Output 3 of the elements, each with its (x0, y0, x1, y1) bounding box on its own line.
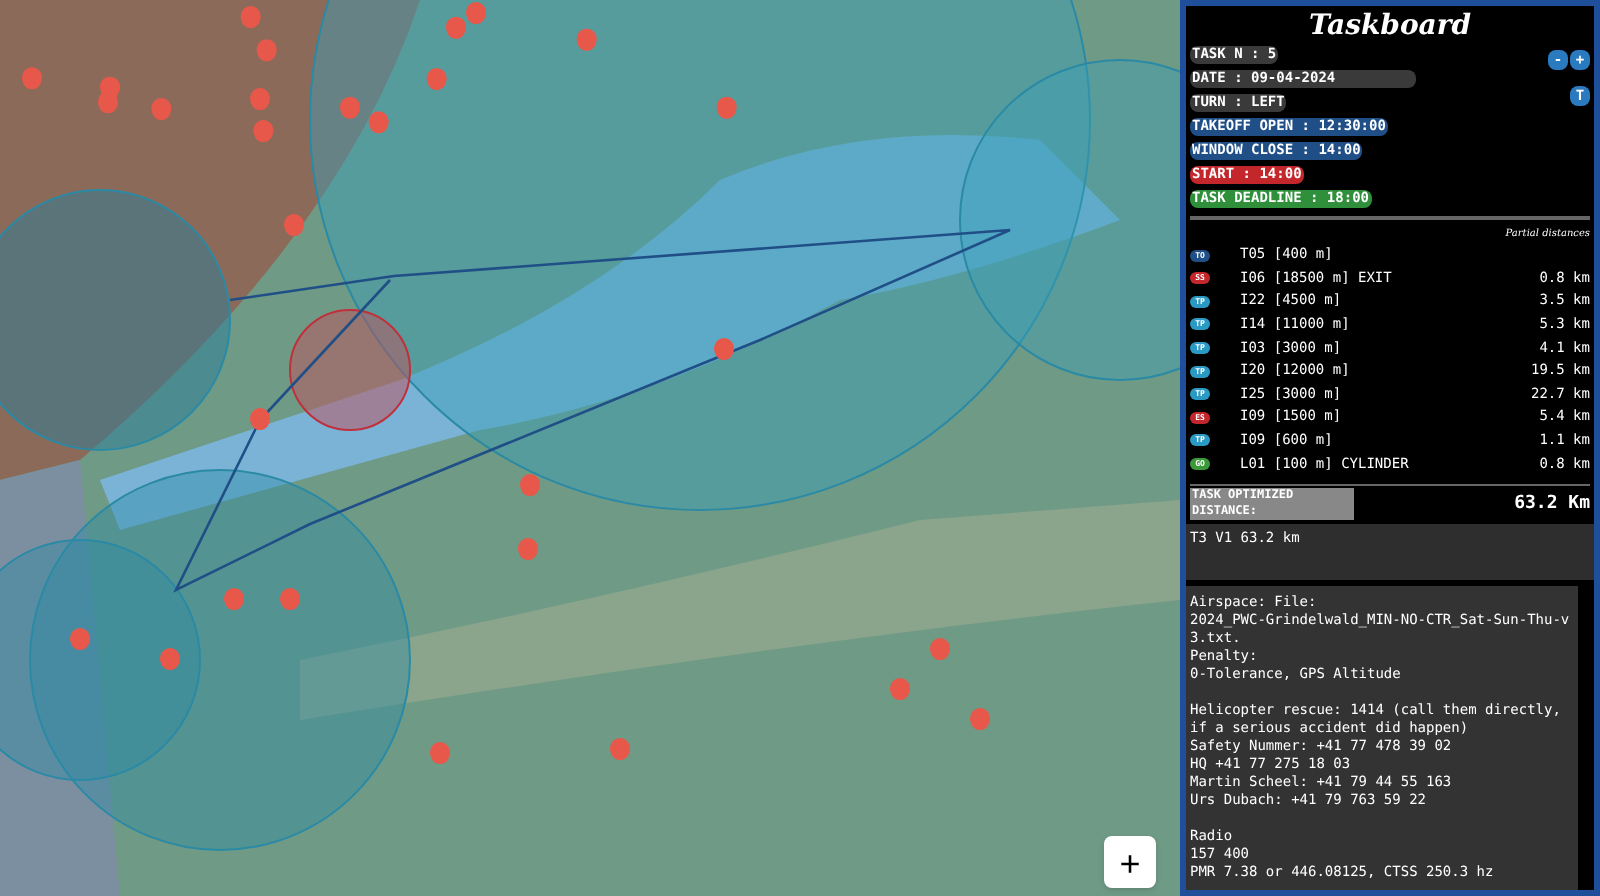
zoom-in-button[interactable]: + (1104, 836, 1156, 888)
panel-title: Taskboard (1306, 8, 1474, 46)
optimized-distance-value: 63.2 Km (1514, 491, 1590, 517)
